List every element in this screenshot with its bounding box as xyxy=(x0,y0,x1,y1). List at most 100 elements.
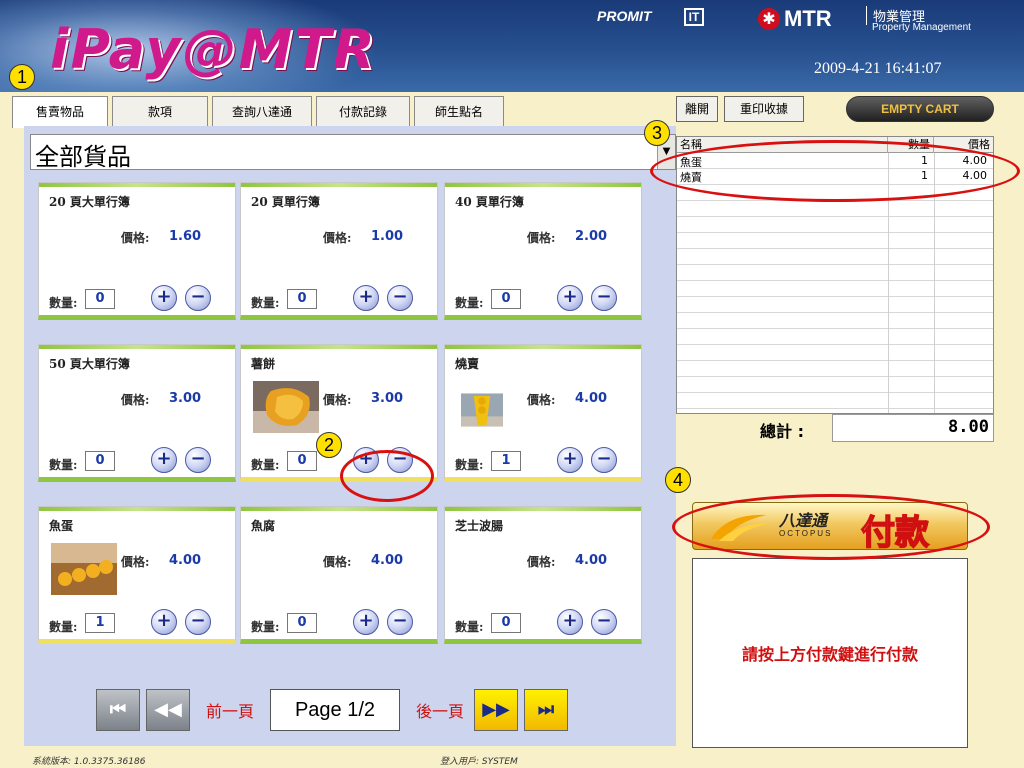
minus-button[interactable]: − xyxy=(185,447,211,473)
tab-sell-items[interactable]: 售賣物品 xyxy=(12,96,108,128)
qty-label: 數量: xyxy=(251,296,280,310)
mtr-logo-icon: ✱ xyxy=(758,8,780,30)
qty-field[interactable]: 1 xyxy=(491,451,521,471)
price-label: 價格: xyxy=(121,393,150,407)
it-badge: IT xyxy=(684,8,704,26)
price-label: 價格: xyxy=(527,231,556,245)
product-card: 芝士波腸 價格: 4.00 數量: 0 + − xyxy=(444,506,642,644)
tab-octopus-inquiry[interactable]: 查詢八達通 xyxy=(212,96,312,126)
product-price: 4.00 xyxy=(575,553,608,568)
plus-button[interactable]: + xyxy=(151,609,177,635)
reprint-receipt-button[interactable]: 重印收據 xyxy=(724,96,804,122)
category-value: 全部貨品 xyxy=(35,143,131,171)
qty-label: 數量: xyxy=(251,458,280,472)
price-label: 價格: xyxy=(527,393,556,407)
table-row[interactable]: 魚蛋 1 4.00 xyxy=(677,154,993,169)
card-stripe xyxy=(241,345,437,349)
mtr-logo-text: MTR xyxy=(784,6,832,31)
minus-button[interactable]: − xyxy=(591,285,617,311)
table-row[interactable]: 燒賣 1 4.00 xyxy=(677,169,993,184)
minus-button[interactable]: − xyxy=(591,609,617,635)
col-qty: 數量 xyxy=(888,137,934,153)
product-card: 20 頁大單行簿 價格: 1.60 數量: 0 + − xyxy=(38,182,236,320)
main-tabs: 售賣物品 款項 查詢八達通 付款記錄 師生點名 xyxy=(12,96,508,128)
plus-button[interactable]: + xyxy=(557,609,583,635)
qty-field[interactable]: 0 xyxy=(85,451,115,471)
category-select[interactable]: 全部貨品 ▼ xyxy=(30,134,676,171)
minus-button[interactable]: − xyxy=(591,447,617,473)
payment-instruction: 請按上方付款鍵進行付款 xyxy=(741,645,918,664)
product-price: 3.00 xyxy=(371,391,404,406)
leave-button[interactable]: 離開 xyxy=(676,96,718,122)
plus-button[interactable]: + xyxy=(353,447,379,473)
product-price: 4.00 xyxy=(371,553,404,568)
card-stripe xyxy=(39,345,235,349)
qty-field[interactable]: 0 xyxy=(491,613,521,633)
minus-button[interactable]: − xyxy=(185,609,211,635)
qty-field[interactable]: 0 xyxy=(287,613,317,633)
user-text: 登入用戶: SYSTEM xyxy=(440,757,518,767)
empty-cart-button[interactable]: EMPTY CART xyxy=(846,96,994,122)
callout-3: 3 xyxy=(644,120,670,146)
octopus-brand-cn: 八達通 xyxy=(779,511,828,530)
product-name: 50 頁大單行簿 xyxy=(49,357,130,371)
plus-button[interactable]: + xyxy=(353,609,379,635)
qty-field[interactable]: 1 xyxy=(85,613,115,633)
plus-button[interactable]: + xyxy=(151,447,177,473)
octopus-pay-button[interactable]: 八達通 OCTOPUS 付款 xyxy=(692,502,968,554)
product-price: 1.60 xyxy=(169,229,202,244)
siu-mai-image xyxy=(461,393,503,427)
octopus-logo-icon xyxy=(711,514,771,541)
product-name: 20 頁大單行簿 xyxy=(49,195,130,209)
minus-button[interactable]: − xyxy=(387,447,413,473)
callout-2: 2 xyxy=(316,432,342,458)
card-stripe xyxy=(445,345,641,349)
card-stripe xyxy=(39,507,235,511)
app-logo: iPay@MTR xyxy=(50,18,377,81)
plus-button[interactable]: + xyxy=(353,285,379,311)
last-page-icon[interactable]: ⏭ xyxy=(524,689,569,731)
qty-field[interactable]: 0 xyxy=(85,289,115,309)
qty-field[interactable]: 0 xyxy=(287,451,317,471)
rewind-icon[interactable]: ◀◀ xyxy=(146,689,190,731)
minus-button[interactable]: − xyxy=(387,609,413,635)
product-card: 20 頁單行簿 價格: 1.00 數量: 0 + − xyxy=(240,182,438,320)
product-price: 3.00 xyxy=(169,391,202,406)
cart-item-qty: 1 xyxy=(921,154,928,167)
col-price: 價格 xyxy=(968,138,990,151)
fast-forward-icon[interactable]: ▶▶ xyxy=(474,689,519,731)
product-name: 40 頁單行簿 xyxy=(455,195,524,209)
qty-label: 數量: xyxy=(455,620,484,634)
plus-button[interactable]: + xyxy=(557,447,583,473)
tab-payment-items[interactable]: 款項 xyxy=(112,96,208,126)
price-label: 價格: xyxy=(121,555,150,569)
product-name: 芝士波腸 xyxy=(455,519,504,533)
card-stripe xyxy=(241,507,437,511)
cart-item-price: 4.00 xyxy=(962,169,988,182)
minus-button[interactable]: − xyxy=(387,285,413,311)
total-label: 總計 : xyxy=(760,422,804,441)
product-name: 魚腐 xyxy=(251,519,276,533)
product-price: 4.00 xyxy=(169,553,202,568)
minus-button[interactable]: − xyxy=(185,285,211,311)
tab-roll-call[interactable]: 師生點名 xyxy=(414,96,504,126)
next-page-link[interactable]: 後一頁 xyxy=(416,698,464,722)
datetime-display: 2009-4-21 16:41:07 xyxy=(814,60,942,77)
product-price: 2.00 xyxy=(575,229,608,244)
qty-field[interactable]: 0 xyxy=(287,289,317,309)
tab-payment-records[interactable]: 付款記錄 xyxy=(316,96,410,126)
fishball-image xyxy=(51,543,117,595)
qty-field[interactable]: 0 xyxy=(491,289,521,309)
first-page-icon[interactable]: ⏮ xyxy=(96,689,140,731)
product-card: 薯餅 價格: 3.00 數量: 0 + − xyxy=(240,344,438,482)
prev-page-link[interactable]: 前一頁 xyxy=(206,698,254,722)
octopus-brand-en: OCTOPUS xyxy=(779,529,833,538)
message-panel: 請按上方付款鍵進行付款 xyxy=(692,558,968,748)
col-divider xyxy=(934,153,935,413)
card-stripe xyxy=(445,507,641,511)
cart-item-name: 燒賣 xyxy=(680,171,702,184)
plus-button[interactable]: + xyxy=(557,285,583,311)
cart-table: 名稱 數量 價格 魚蛋 1 4.00 燒賣 1 4.00 xyxy=(676,136,994,414)
plus-button[interactable]: + xyxy=(151,285,177,311)
callout-4: 4 xyxy=(665,467,691,493)
